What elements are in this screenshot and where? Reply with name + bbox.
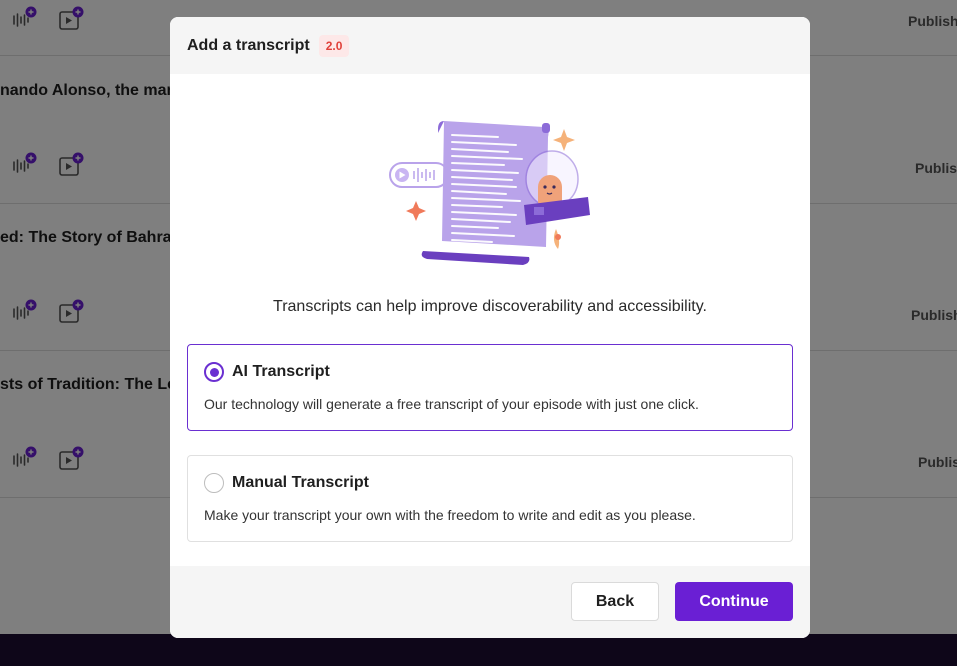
option-description: Our technology will generate a free tran…: [204, 396, 699, 412]
back-button[interactable]: Back: [571, 582, 659, 621]
add-transcript-dialog: Add a transcript 2.0 Transcripts can hel…: [170, 17, 810, 638]
continue-button[interactable]: Continue: [675, 582, 793, 621]
option-description: Make your transcript your own with the f…: [204, 507, 696, 523]
transcript-illustration: [388, 117, 592, 271]
dialog-title: Add a transcript: [187, 36, 310, 54]
dialog-footer: Back Continue: [170, 566, 810, 638]
radio-unselected-icon[interactable]: [204, 473, 224, 493]
option-title: AI Transcript: [232, 363, 330, 380]
version-badge: 2.0: [318, 34, 350, 57]
dialog-header: Add a transcript 2.0: [170, 17, 810, 74]
dialog-subtitle: Transcripts can help improve discoverabi…: [273, 298, 707, 315]
radio-selected-icon[interactable]: [204, 362, 224, 382]
option-manual-transcript[interactable]: Manual Transcript Make your transcript y…: [187, 455, 793, 542]
option-ai-transcript[interactable]: AI Transcript Our technology will genera…: [187, 344, 793, 431]
option-title: Manual Transcript: [232, 474, 369, 491]
